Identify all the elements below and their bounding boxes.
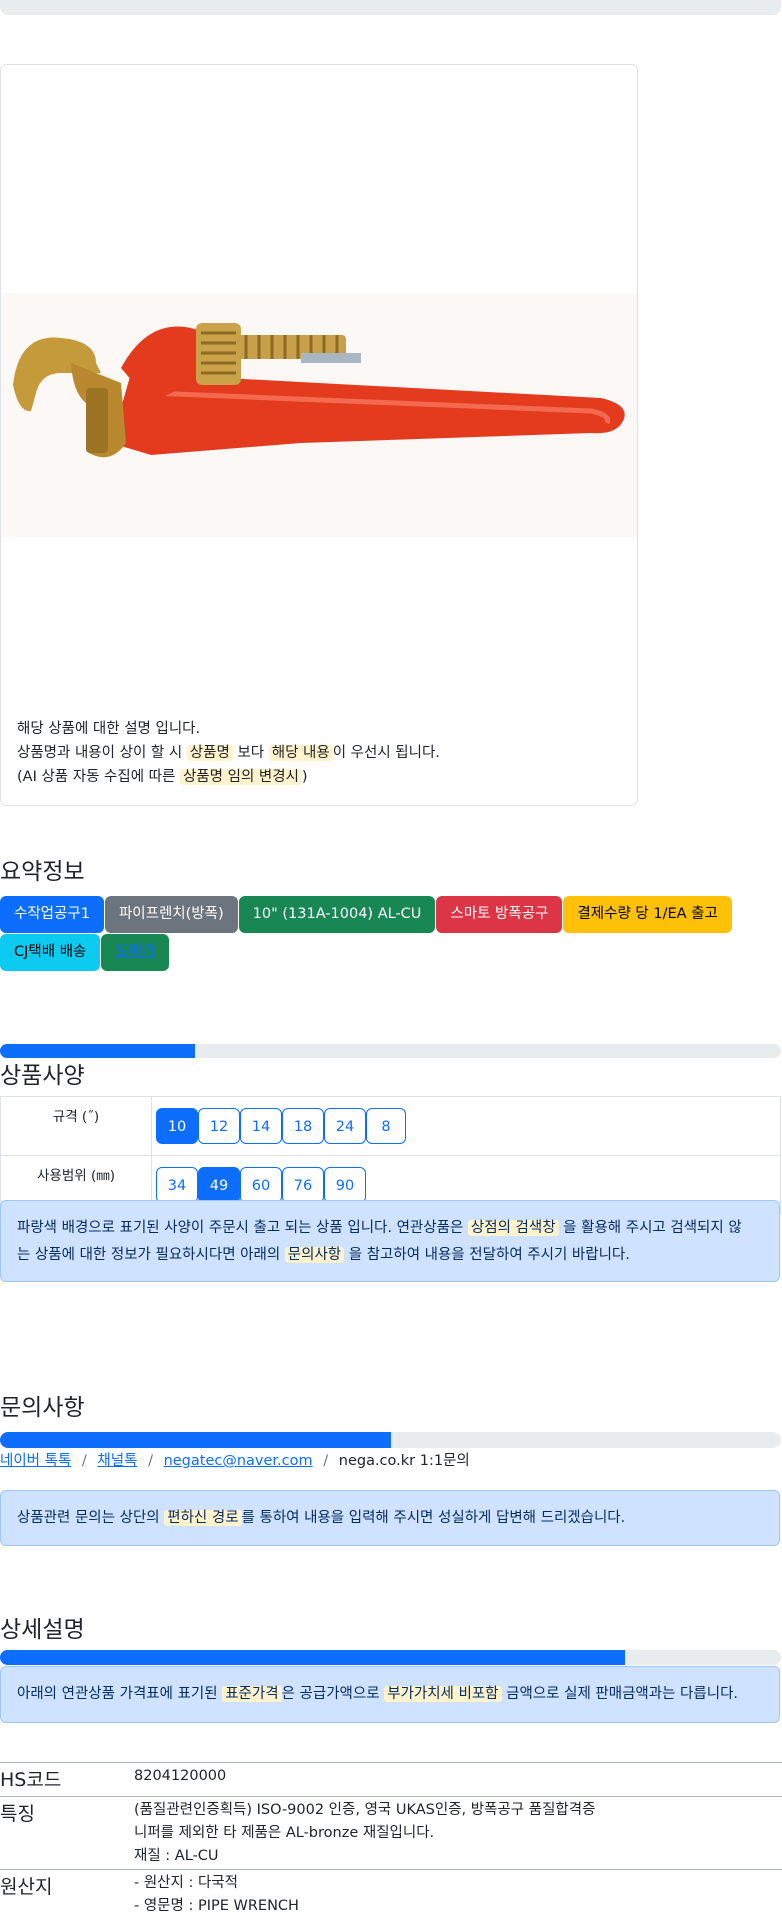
product-description: 해당 상품에 대한 설명 입니다. 상품명과 내용이 상이 할 시 상품명 보다… xyxy=(17,717,440,789)
inquiry-progress-bar xyxy=(0,1432,781,1448)
info-val-hs-code: 8204120000 xyxy=(134,1768,227,1784)
highlight-vat: 부가가치세 비포함 xyxy=(384,1686,502,1702)
info-val-origin: - 원산지 : 다국적 - 영문명 : PIPE WRENCH xyxy=(134,1875,299,1914)
spec-options-size: 10 12 14 18 24 8 xyxy=(151,1096,781,1156)
info-row-hs-code: HS코드 8204120000 xyxy=(0,1762,782,1797)
inquiry-progress-fill xyxy=(0,1432,391,1448)
spec-title: 상품사양 xyxy=(0,1063,85,1089)
highlight-content: 해당 내용 xyxy=(268,745,333,761)
summary-tags: 수작업공구1 파이프렌치(방폭) 10" (131A-1004) AL-CU 스마토 … xyxy=(0,896,782,933)
inquiry-notice: 상품관련 문의는 상단의 편하신 경로 를 통하여 내용을 입력해 주시면 성실하… xyxy=(0,1490,780,1546)
tag-brand[interactable]: 스마토 방폭공구 xyxy=(436,896,563,933)
spec-table: 규격 (˝) 10 12 14 18 24 8 사용범위 (㎜) 34 49 60 76 90 xyxy=(0,1096,781,1215)
email-link[interactable]: negatec@naver.com xyxy=(164,1453,313,1469)
tag-category[interactable]: 수작업공구1 xyxy=(0,896,104,933)
tag-shipping[interactable]: CJ택배 배송 xyxy=(0,934,101,971)
tag-quantity[interactable]: 결제수량 당 1/EA 출고 xyxy=(563,896,732,933)
size-option-14[interactable]: 14 xyxy=(240,1108,282,1144)
detail-progress-bar xyxy=(0,1650,781,1665)
highlight-inquiry: 문의사항 xyxy=(284,1247,345,1263)
summary-title: 요약정보 xyxy=(0,859,85,885)
info-key-features: 특징 xyxy=(0,1803,35,1825)
channel-talk-link[interactable]: 채널톡 xyxy=(97,1453,137,1469)
info-row-features: 특징 (품질관련인증획득) ISO-9002 인증, 영국 UKAS인증, 방폭… xyxy=(0,1796,782,1869)
breadcrumb-sep: / xyxy=(148,1453,153,1469)
tag-product-type[interactable]: 파이프렌치(방폭) xyxy=(104,896,238,933)
spec-notice: 파랑색 배경으로 표기된 사양이 주문시 출고 되는 상품 입니다. 연관상품은… xyxy=(0,1200,780,1282)
size-option-12[interactable]: 12 xyxy=(198,1108,240,1144)
size-option-24[interactable]: 24 xyxy=(324,1108,366,1144)
highlight-standard-price: 표준가격 xyxy=(222,1686,282,1702)
tag-wholesale[interactable]: 도매가 xyxy=(101,934,170,971)
site-inquiry-text: nega.co.kr 1:1문의 xyxy=(338,1453,470,1469)
product-card: 해당 상품에 대한 설명 입니다. 상품명과 내용이 상이 할 시 상품명 보다… xyxy=(0,64,638,806)
desc-line-2: 상품명과 내용이 상이 할 시 상품명 보다 해당 내용 이 우선시 됩니다. xyxy=(17,745,440,761)
inquiry-title: 문의사항 xyxy=(0,1395,85,1421)
info-row-origin: 원산지 - 원산지 : 다국적 - 영문명 : PIPE WRENCH xyxy=(0,1869,782,1920)
detail-notice: 아래의 연관상품 가격표에 표기된 표준가격 은 공급가액으로 부가가치세 비포함… xyxy=(0,1666,780,1723)
tag-model[interactable]: 10" (131A-1004) AL-CU xyxy=(238,896,436,933)
range-option-34[interactable]: 34 xyxy=(156,1167,198,1203)
detail-progress-fill xyxy=(0,1650,625,1665)
desc-line-1: 해당 상품에 대한 설명 입니다. xyxy=(17,721,201,737)
highlight-product-name: 상품명 xyxy=(186,745,233,761)
spec-label-size: 규격 (˝) xyxy=(0,1096,152,1156)
product-image xyxy=(1,293,637,537)
highlight-search: 상점의 검색창 xyxy=(467,1220,559,1236)
range-option-49[interactable]: 49 xyxy=(198,1167,240,1203)
spec-row-size: 규격 (˝) 10 12 14 18 24 8 xyxy=(0,1096,781,1156)
range-option-90[interactable]: 90 xyxy=(324,1167,366,1203)
spec-progress-bar xyxy=(0,1044,781,1058)
breadcrumb-sep: / xyxy=(81,1453,87,1469)
naver-talk-link[interactable]: 네이버 톡톡 xyxy=(0,1453,71,1469)
range-option-76[interactable]: 76 xyxy=(282,1167,324,1203)
info-key-origin: 원산지 xyxy=(0,1876,53,1898)
range-option-60[interactable]: 60 xyxy=(240,1167,282,1203)
desc-line-3: (AI 상품 자동 수집에 따른 상품명 임의 변경시) xyxy=(17,769,308,785)
size-option-10[interactable]: 10 xyxy=(156,1108,198,1144)
size-option-18[interactable]: 18 xyxy=(282,1108,324,1144)
info-key-hs-code: HS코드 xyxy=(0,1769,62,1791)
breadcrumb-sep: / xyxy=(323,1453,329,1469)
inquiry-breadcrumb: 네이버 톡톡 / 채널톡 / negatec@naver.com / nega.… xyxy=(0,1449,470,1470)
highlight-name-change: 상품명 임의 변경시 xyxy=(179,769,302,785)
top-progress-bar xyxy=(0,0,781,15)
info-val-features: (품질관련인증획득) ISO-9002 인증, 영국 UKAS인증, 방폭공구 … xyxy=(134,1802,596,1864)
size-option-8[interactable]: 8 xyxy=(366,1108,406,1144)
detail-title: 상세설명 xyxy=(0,1617,85,1643)
highlight-route: 편하신 경로 xyxy=(164,1510,242,1526)
summary-tags-row2: CJ택배 배송 도매가 xyxy=(0,934,782,971)
